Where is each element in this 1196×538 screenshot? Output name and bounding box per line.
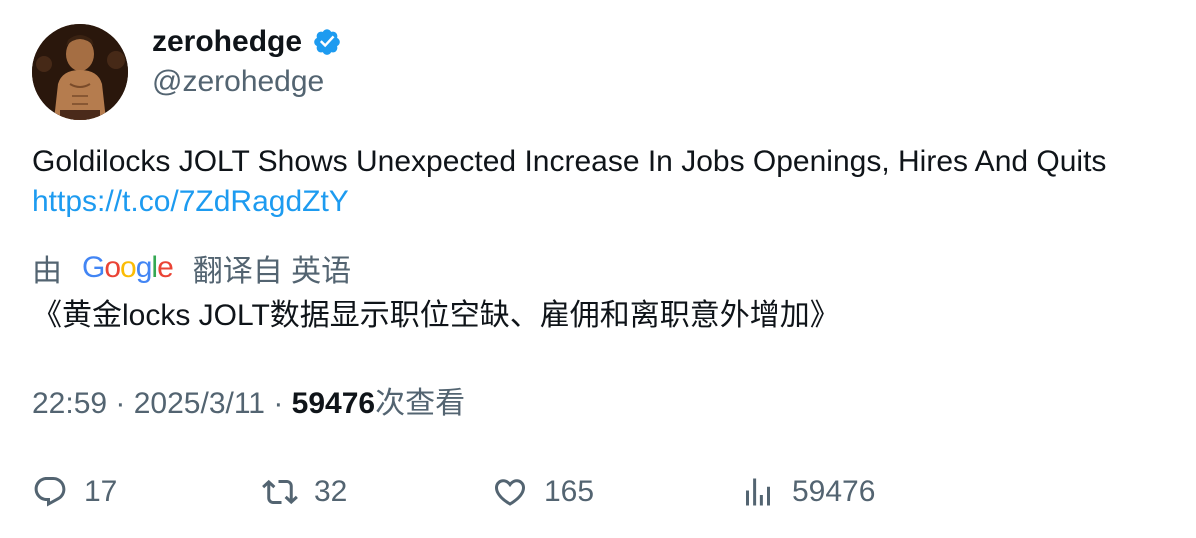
google-logo: Google xyxy=(82,251,174,284)
translation-attribution: 由 Google 翻译自 英语 xyxy=(32,248,351,288)
views-label: 次查看 xyxy=(375,387,466,420)
views-count: 59476 xyxy=(291,387,376,420)
avatar[interactable] xyxy=(32,24,128,120)
heart-icon xyxy=(494,479,526,506)
reply-button[interactable]: 17 xyxy=(32,470,117,514)
avatar-image xyxy=(32,24,128,120)
like-button[interactable]: 165 xyxy=(492,470,594,514)
retweet-icon xyxy=(262,479,298,505)
translation-suffix[interactable]: 翻译自 英语 xyxy=(193,246,351,290)
translated-text: 《黄金locks JOLT数据显示职位空缺、雇佣和离职意外增加》 xyxy=(32,299,840,332)
meta-separator: · xyxy=(265,387,292,420)
tweet-link[interactable]: https://t.co/7ZdRagdZtY xyxy=(32,185,349,218)
tweet-body: Goldilocks JOLT Shows Unexpected Increas… xyxy=(32,145,1107,178)
reply-count: 17 xyxy=(84,475,118,508)
tweet-text: Goldilocks JOLT Shows Unexpected Increas… xyxy=(32,142,1162,222)
translation-prefix: 由 xyxy=(32,255,62,288)
retweet-count: 32 xyxy=(314,475,348,508)
tweet-meta: 22:59 · 2025/3/11 · 59476次查看 xyxy=(32,384,465,424)
analytics-icon xyxy=(746,478,770,506)
handle[interactable]: @zerohedge xyxy=(152,64,324,100)
verified-badge-icon xyxy=(314,29,340,55)
display-name-text[interactable]: zerohedge xyxy=(152,24,302,60)
tweet-date[interactable]: 2025/3/11 xyxy=(134,387,265,420)
reply-icon xyxy=(34,477,66,507)
tweet-card: zerohedge @zerohedge Goldilocks JOLT Sho… xyxy=(0,0,1196,538)
views-button[interactable]: 59476 xyxy=(740,470,875,514)
display-name[interactable]: zerohedge xyxy=(152,24,342,60)
retweet-button[interactable]: 32 xyxy=(262,470,347,514)
like-count: 165 xyxy=(544,475,595,508)
tweet-time[interactable]: 22:59 xyxy=(32,387,107,420)
action-bar: 17 32 165 59476 xyxy=(0,470,1196,514)
views-action-count: 59476 xyxy=(792,475,876,508)
meta-separator: · xyxy=(107,387,134,420)
